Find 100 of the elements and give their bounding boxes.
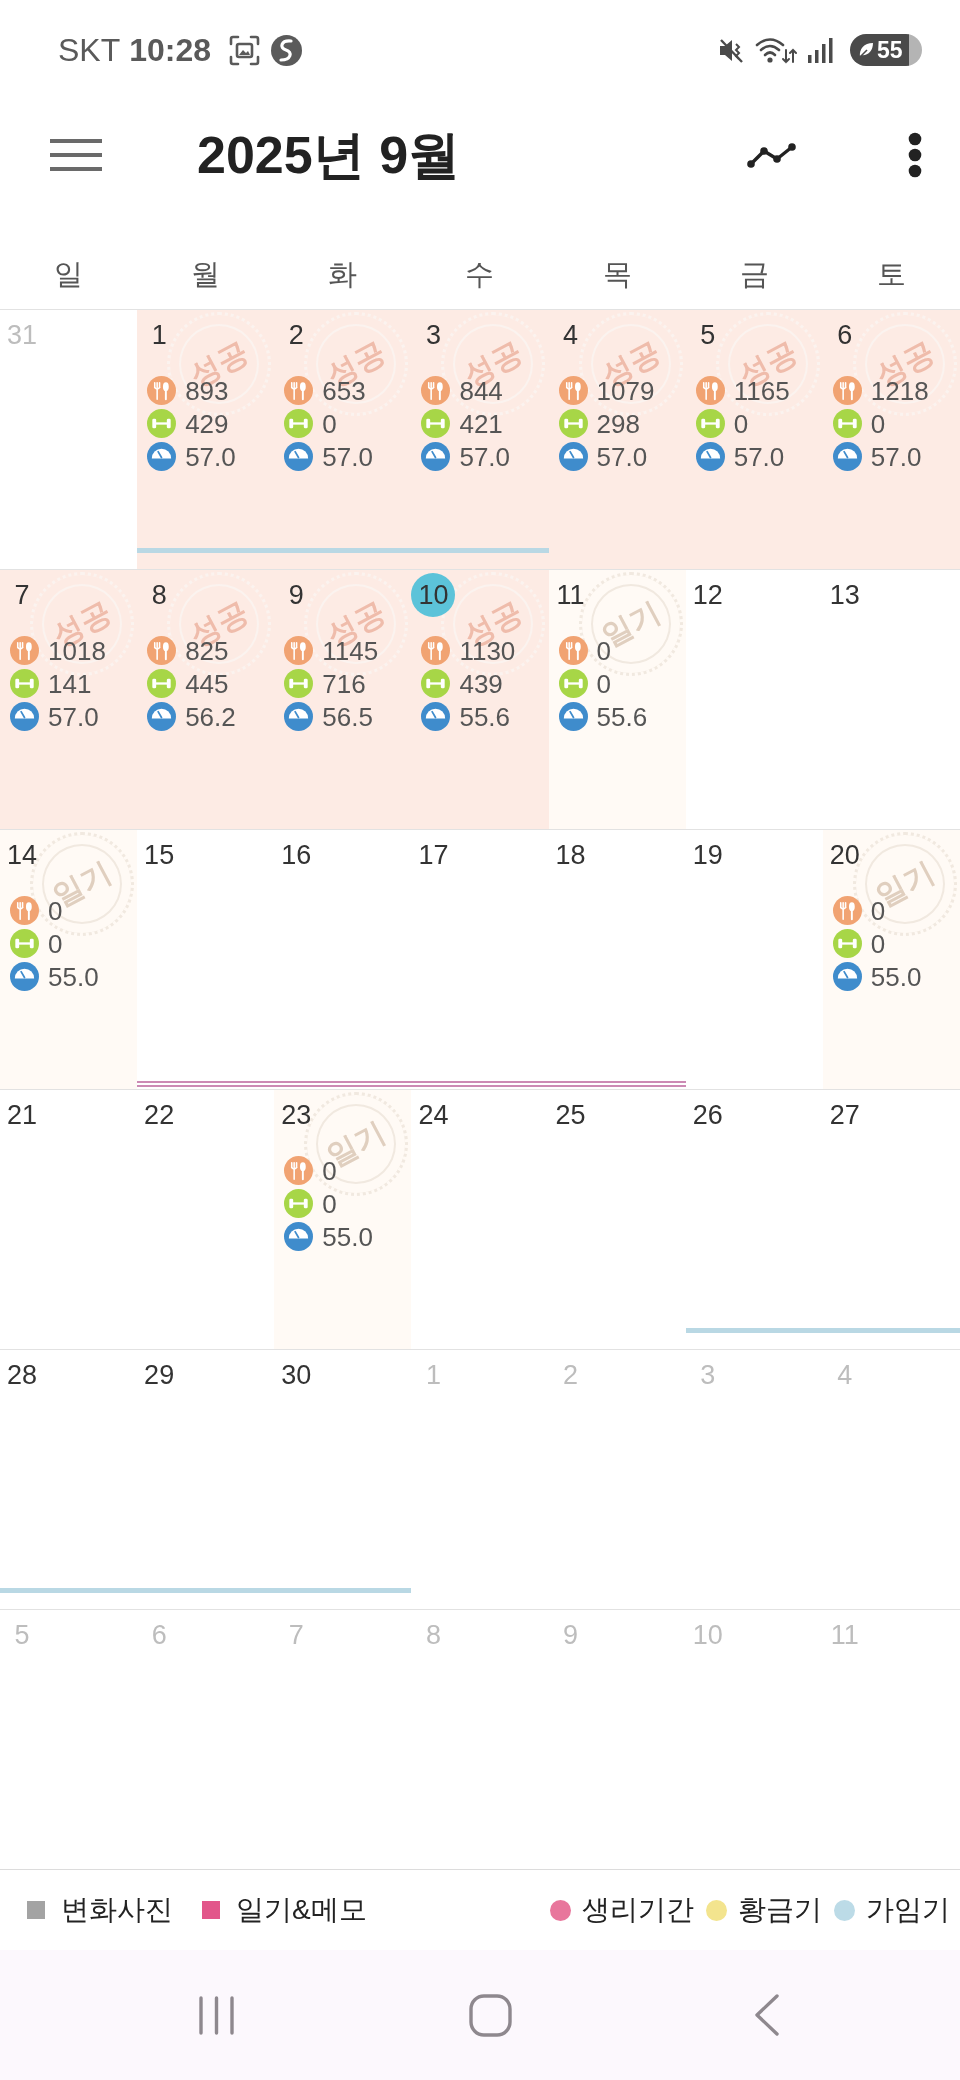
legend-label: 생리기간	[582, 1896, 694, 1924]
day-cell[interactable]: 일기 20 0 0 55.0	[822, 830, 960, 1089]
body-weight: 57.0	[185, 443, 236, 470]
dumbbell-icon	[421, 669, 451, 698]
scale-icon	[284, 702, 314, 731]
fork-spoon-icon	[147, 376, 177, 405]
day-cell[interactable]: 성공 9 1145 716 56.5	[274, 570, 412, 829]
dumbbell-icon	[147, 669, 177, 698]
screenshot-icon	[229, 34, 261, 66]
scale-icon	[147, 702, 177, 731]
weekday-label: 목	[602, 260, 632, 289]
day-number: 4	[563, 321, 579, 349]
day-cell[interactable]: 성공 5 1165 0 57.0	[685, 310, 823, 569]
day-cell[interactable]: 성공 7 1018 141 57.0	[0, 570, 138, 829]
fork-spoon-icon	[284, 1156, 314, 1185]
day-cell[interactable]: 일기 14 0 0 55.0	[0, 830, 138, 1089]
weekday-label: 금	[739, 260, 769, 289]
scale-icon	[421, 702, 451, 731]
fork-spoon-icon	[10, 896, 39, 925]
day-number: 5	[14, 1621, 30, 1649]
day-cell[interactable]: 성공 1 893 429 57.0	[137, 310, 275, 569]
fork-spoon-icon	[147, 636, 177, 665]
dumbbell-icon	[695, 409, 725, 438]
dumbbell-icon	[284, 409, 314, 438]
day-cell[interactable]: 성공 6 1218 0 57.0	[822, 310, 960, 569]
day-number: 15	[144, 841, 175, 869]
scale-icon	[10, 702, 39, 731]
day-cell[interactable]: 성공 10 1130 439 55.6	[411, 570, 549, 829]
dumbbell-icon	[832, 929, 862, 958]
signal-icon	[807, 37, 834, 63]
day-number: 12	[692, 581, 723, 609]
fork-spoon-icon	[284, 636, 314, 665]
legend-label: 일기&메모	[236, 1896, 367, 1924]
carrier-name: SKT	[58, 34, 121, 66]
legend-label: 변화사진	[61, 1896, 173, 1924]
day-number: 30	[281, 1361, 312, 1389]
weekday-label: 일	[54, 260, 84, 289]
fork-spoon-icon	[832, 896, 862, 925]
day-cell[interactable]: 일기 23 0 0 55.0	[274, 1090, 412, 1349]
back-icon[interactable]	[753, 1993, 780, 2037]
home-icon[interactable]	[469, 1993, 512, 2037]
body-weight: 57.0	[459, 443, 511, 470]
weekday-label: 화	[328, 260, 358, 289]
day-number: 22	[144, 1101, 175, 1129]
legend-label: 황금기	[738, 1896, 822, 1924]
body-weight: 56.2	[185, 703, 236, 730]
day-number: 7	[14, 581, 30, 609]
day-number: 9	[563, 1621, 579, 1649]
day-number: 25	[555, 1101, 586, 1129]
weekday-label: 토	[876, 260, 906, 289]
day-number: 2	[563, 1361, 579, 1389]
body-weight: 57.0	[596, 443, 648, 470]
menu-icon[interactable]	[50, 139, 102, 171]
body-weight: 55.6	[459, 703, 511, 730]
day-cell[interactable]: 성공 8 825 445 56.2	[137, 570, 275, 829]
day-number: 8	[151, 581, 167, 609]
day-number: 17	[418, 841, 449, 869]
day-number: 1	[151, 321, 167, 349]
dumbbell-icon	[832, 409, 862, 438]
weekday-label: 수	[465, 260, 495, 289]
body-weight: 55.0	[870, 963, 922, 990]
scale-icon	[832, 442, 862, 471]
day-number: 16	[281, 841, 312, 869]
day-number: 31	[6, 321, 37, 349]
dumbbell-icon	[421, 409, 451, 438]
dumbbell-icon	[284, 669, 314, 698]
fork-spoon-icon	[558, 376, 588, 405]
dumbbell-icon	[558, 669, 588, 698]
dumbbell-icon	[558, 409, 588, 438]
day-number: 24	[418, 1101, 449, 1129]
day-number: 3	[425, 321, 441, 349]
body-weight: 57.0	[870, 443, 922, 470]
day-number: 10	[411, 573, 456, 617]
recent-apps-icon[interactable]	[197, 1994, 236, 2036]
fork-spoon-icon	[695, 376, 725, 405]
line-chart-icon[interactable]	[747, 141, 797, 169]
day-cell[interactable]: 성공 2 653 0 57.0	[274, 310, 412, 569]
day-number: 11	[830, 1621, 859, 1649]
weekday-label: 월	[191, 260, 221, 289]
day-cell[interactable]: 성공 4 1079 298 57.0	[548, 310, 686, 569]
body-weight: 55.0	[48, 963, 99, 990]
day-cell[interactable]: 성공 3 844 421 57.0	[411, 310, 549, 569]
day-cell[interactable]: 일기 11 0 0 55.6	[548, 570, 686, 829]
scale-icon	[421, 442, 451, 471]
body-weight: 55.6	[596, 703, 648, 730]
body-weight: 55.0	[322, 1223, 373, 1250]
scale-icon	[10, 962, 39, 991]
day-number: 6	[837, 321, 853, 349]
day-number: 28	[6, 1361, 37, 1389]
scale-icon	[695, 442, 725, 471]
day-number: 26	[692, 1101, 723, 1129]
dumbbell-icon	[10, 669, 39, 698]
day-number: 4	[837, 1361, 853, 1389]
body-weight: 57.0	[733, 443, 785, 470]
more-options-icon[interactable]	[908, 132, 922, 178]
swirl-icon	[271, 34, 303, 66]
body-weight: 56.5	[322, 703, 373, 730]
day-number: 19	[692, 841, 723, 869]
day-number: 5	[700, 321, 716, 349]
wifi-icon	[755, 36, 797, 64]
